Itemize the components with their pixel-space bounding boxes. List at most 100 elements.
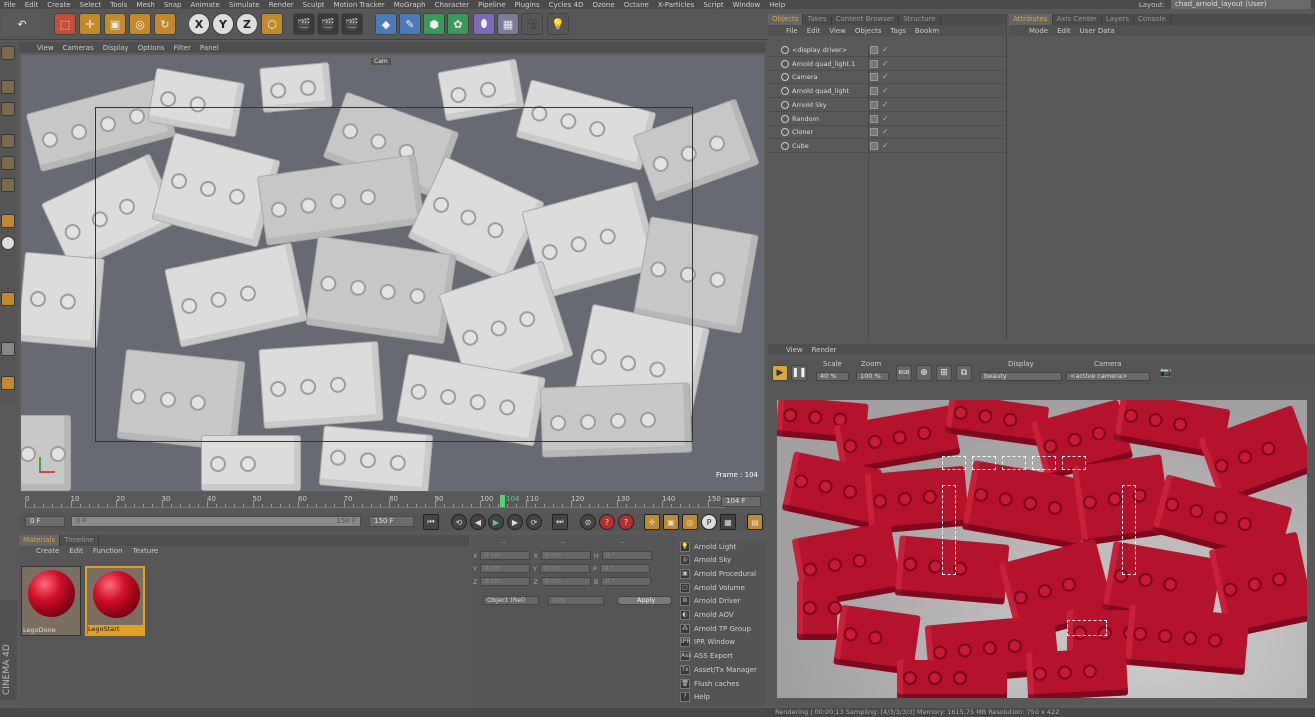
objects-menu-bookm[interactable]: Bookm — [915, 27, 939, 35]
undo-icon[interactable]: ↶ — [2, 13, 42, 35]
deformer-icon[interactable]: ⬮ — [473, 13, 495, 35]
object-row[interactable]: <display driver> ✓ — [768, 44, 1007, 57]
visibility-toggle[interactable] — [870, 100, 878, 109]
layout-dropdown[interactable]: chad_arnold_layout (User) — [1171, 0, 1311, 9]
layout-selector[interactable]: Layout: chad_arnold_layout (User) — [1139, 0, 1311, 9]
menu-mograph[interactable]: MoGraph — [394, 1, 426, 9]
arnold-menu-item[interactable]: 🗑 Flush caches — [680, 677, 739, 690]
render-settings-icon[interactable]: 🎬 — [341, 13, 363, 35]
arnold-menu-item[interactable]: ▢ Arnold Volume — [680, 581, 745, 594]
rotation-field[interactable]: 0 ° — [599, 564, 650, 573]
menu-view[interactable]: View — [786, 346, 803, 354]
timeline-ruler[interactable]: 0 10 20 30 40 50 60 70 80 90 100 110 120 130 140 150 — [25, 494, 725, 508]
menu-edit[interactable]: Edit — [69, 547, 83, 555]
snapshot-icon[interactable]: 📷 — [1158, 365, 1174, 381]
tab-attributes[interactable]: Attributes — [1009, 14, 1053, 25]
objects-menu-objects[interactable]: Objects — [855, 27, 881, 35]
menu-animate[interactable]: Animate — [190, 1, 219, 9]
array-icon[interactable]: ✿ — [447, 13, 469, 35]
display-dropdown[interactable]: beauty — [980, 372, 1062, 381]
menu-octane[interactable]: Octane — [624, 1, 649, 9]
rgb-channel-button[interactable]: RGB — [896, 365, 912, 381]
tab-layers[interactable]: Layers — [1102, 14, 1135, 25]
visibility-toggle[interactable] — [870, 46, 878, 54]
arnold-menu-item[interactable]: ▣ Arnold Procedural — [680, 567, 756, 580]
menu-simulate[interactable]: Simulate — [229, 1, 260, 9]
range-slider[interactable]: 0 F 150 F — [71, 516, 361, 527]
end-frame-field[interactable]: 150 F — [369, 516, 414, 527]
zoom-field[interactable]: 100 % — [856, 372, 889, 381]
arnold-menu-item[interactable]: Tx Asset/Tx Manager — [680, 663, 757, 676]
record-keys-icon[interactable]: ⊘ — [580, 514, 596, 530]
menu-render[interactable]: Render — [812, 346, 837, 354]
object-mode-icon[interactable] — [1, 80, 15, 94]
visibility-toggle[interactable] — [870, 141, 878, 150]
menu-character[interactable]: Character — [435, 1, 470, 9]
viewport-menu-panel[interactable]: Panel — [200, 44, 219, 52]
scale-icon[interactable]: ▣ — [104, 13, 126, 35]
menu-sculpt[interactable]: Sculpt — [303, 1, 325, 9]
viewport-canvas[interactable]: Cam Frame : 104 — [21, 55, 764, 491]
viewport-menu-cameras[interactable]: Cameras — [63, 44, 94, 52]
subdivision-icon[interactable]: ⬢ — [423, 13, 445, 35]
next-key-icon[interactable]: ⟳ — [526, 514, 542, 530]
size-field[interactable]: 0 cm — [539, 564, 590, 573]
polygons-mode-icon[interactable] — [1, 178, 15, 192]
previous-key-icon[interactable]: ⟲ — [451, 514, 467, 530]
tab-objects[interactable]: Objects — [768, 14, 804, 25]
object-row[interactable]: Cloner ✓ — [768, 126, 1007, 140]
enabled-check-icon[interactable]: ✓ — [882, 86, 889, 95]
menu-function[interactable]: Function — [93, 547, 123, 555]
viewport-menu-options[interactable]: Options — [138, 44, 165, 52]
playhead[interactable] — [500, 495, 505, 507]
arnold-menu-item[interactable]: Ass ASS Export — [680, 650, 733, 663]
texture-mode-icon[interactable] — [1, 102, 15, 116]
viewport-menu-display[interactable]: Display — [103, 44, 129, 52]
menu-help[interactable]: Help — [769, 1, 785, 9]
camera-dropdown[interactable]: <active camera> — [1066, 372, 1150, 381]
tab-content-browser[interactable]: Content Browser — [832, 14, 900, 25]
enabled-check-icon[interactable]: ✓ — [882, 72, 889, 81]
object-row[interactable]: Arnold quad_light ✓ — [768, 85, 1007, 99]
previous-frame-icon[interactable]: ◀ — [470, 514, 486, 530]
visibility-toggle[interactable] — [870, 73, 878, 82]
menu-mode[interactable]: Mode — [1029, 27, 1048, 35]
move-icon[interactable]: ✛ — [79, 13, 101, 35]
position-field[interactable]: 0 cm — [480, 551, 531, 560]
viewport-menu-filter[interactable]: Filter — [174, 44, 191, 52]
objects-menu-tags[interactable]: Tags — [890, 27, 906, 35]
coordinate-mode-dropdown[interactable]: Object (Rel) — [483, 596, 539, 605]
visibility-toggle[interactable] — [870, 114, 878, 123]
play-icon[interactable]: ▶ — [488, 514, 504, 530]
arnold-menu-item[interactable]: ◐ Arnold AOV — [680, 609, 734, 622]
go-to-start-icon[interactable]: ⏮ — [423, 514, 439, 530]
light-bulb-icon[interactable]: 💡 — [547, 13, 569, 35]
y-axis-icon[interactable]: Y — [212, 13, 234, 35]
start-frame-field[interactable]: 0 F — [25, 516, 65, 527]
objects-menu-view[interactable]: View — [829, 27, 846, 35]
x-axis-icon[interactable]: X — [188, 13, 210, 35]
render-picture-viewer-icon[interactable]: 🎬 — [317, 13, 339, 35]
menu-edit[interactable]: Edit — [1057, 27, 1071, 35]
material-swatch-legostart[interactable]: LegoStart — [85, 566, 145, 636]
tab-axis-center[interactable]: Axis Center — [1053, 14, 1102, 25]
size-field[interactable]: 0 cm — [540, 577, 591, 586]
coordinate-system-icon[interactable]: ⬡ — [261, 13, 283, 35]
visibility-toggle[interactable] — [870, 87, 878, 96]
render-image[interactable] — [777, 400, 1307, 698]
scale-key-icon[interactable]: ▣ — [663, 514, 679, 530]
menu-file[interactable]: File — [4, 1, 16, 9]
menu-cycles-4d[interactable]: Cycles 4D — [549, 1, 584, 9]
edges-mode-icon[interactable] — [1, 156, 15, 170]
rotation-key-icon[interactable]: ◎ — [682, 514, 698, 530]
tab-structure[interactable]: Structure — [899, 14, 941, 25]
menu-plugins[interactable]: Plugins — [515, 1, 540, 9]
enabled-check-icon[interactable]: ✓ — [882, 59, 889, 68]
go-to-end-icon[interactable]: ⏭ — [552, 514, 568, 530]
menu-render[interactable]: Render — [269, 1, 294, 9]
apply-button[interactable]: Apply — [617, 596, 672, 605]
axis-icon[interactable] — [1, 214, 15, 228]
menu-texture[interactable]: Texture — [133, 547, 159, 555]
viewport-menu-view[interactable]: View — [37, 44, 54, 52]
menu-create[interactable]: Create — [36, 547, 59, 555]
